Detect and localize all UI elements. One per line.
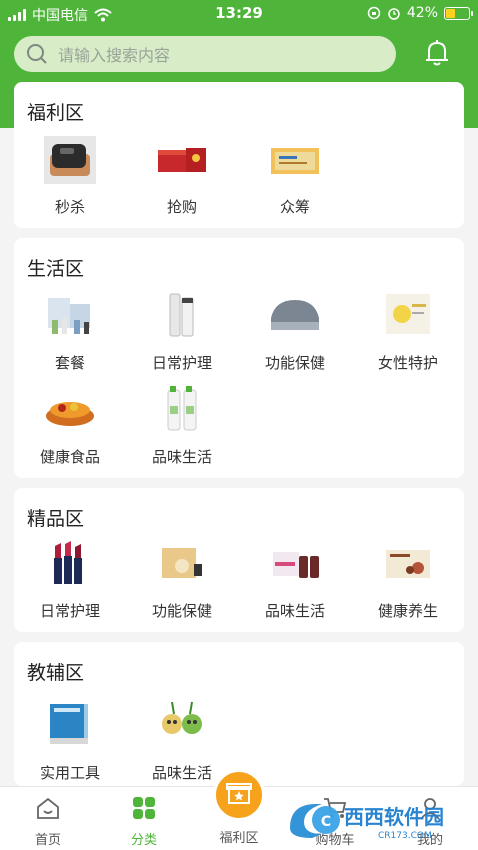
tea-box-image	[386, 550, 430, 578]
category-item[interactable]: 品味生活	[239, 538, 351, 621]
category-item[interactable]: 抢购	[126, 134, 238, 217]
section-card-life: 生活区 套餐 日常护理 功能保健 女性特护 健康食品 品味生活	[14, 238, 464, 478]
section-title: 生活区	[27, 258, 85, 280]
category-item-label: 套餐	[54, 354, 85, 372]
mattress-image	[271, 300, 319, 330]
battery-fill	[446, 8, 455, 18]
notification-bell-icon[interactable]	[420, 36, 454, 70]
category-item-label: 品味生活	[151, 448, 212, 466]
supplement-bottles-image	[273, 552, 319, 578]
status-bar: 中国电信 13:29 42%	[0, 0, 478, 28]
section-card-premium: 精品区 日常护理 功能保健 品味生活 健康养生	[14, 488, 464, 632]
welfare-badge	[213, 769, 265, 821]
card-box-product-image	[271, 148, 319, 174]
category-item-label: 功能保健	[264, 354, 325, 372]
status-right: 42%	[367, 5, 473, 21]
category-item[interactable]: 健康食品	[14, 384, 126, 467]
category-item[interactable]: 女性特护	[352, 290, 464, 373]
category-item[interactable]: 品味生活	[126, 384, 238, 467]
tab-category[interactable]: 分类	[96, 787, 192, 848]
category-item[interactable]: 功能保健	[239, 290, 351, 373]
category-item-label: 实用工具	[39, 764, 100, 782]
search-placeholder: 请输入搜索内容	[58, 46, 171, 65]
tab-label: 分类	[130, 833, 157, 848]
category-item[interactable]: 秒杀	[14, 134, 126, 217]
category-item-label: 抢购	[166, 198, 197, 216]
cartoon-fruit-image	[162, 701, 202, 734]
svg-text:C: C	[321, 814, 331, 830]
category-item[interactable]: 日常护理	[126, 290, 238, 373]
section-card-education: 教辅区 实用工具 品味生活	[14, 642, 464, 786]
watermark-text: 西西软件园	[344, 805, 444, 829]
category-item[interactable]: 实用工具	[14, 700, 126, 783]
home-icon	[37, 797, 59, 819]
category-item-label: 品味生活	[264, 602, 325, 620]
category-item-label: 功能保健	[151, 602, 212, 620]
health-box-image	[162, 548, 202, 578]
package-set-image	[48, 298, 90, 334]
category-item[interactable]: 套餐	[14, 290, 126, 373]
detergent-bottles-image	[167, 386, 197, 431]
lipstick-image	[54, 541, 82, 584]
category-item-label: 健康养生	[377, 602, 438, 620]
search-input[interactable]: 请输入搜索内容	[14, 36, 396, 72]
category-item[interactable]: 日常护理	[14, 538, 126, 621]
section-card-welfare: 福利区 秒杀 抢购 众筹	[14, 82, 464, 228]
battery-percent: 42%	[406, 5, 438, 21]
category-item[interactable]: 众筹	[239, 134, 351, 217]
books-image	[50, 704, 88, 744]
feminine-care-box-image	[386, 294, 430, 334]
tab-home[interactable]: 首页	[0, 787, 96, 848]
gift-box-product-image	[158, 148, 206, 172]
category-item-label: 健康食品	[39, 448, 100, 466]
site-watermark: C 西西软件园 CR173.COM	[290, 804, 444, 841]
section-title: 教辅区	[27, 662, 85, 684]
section-title: 福利区	[27, 102, 85, 124]
rotation-lock-icon	[367, 6, 381, 20]
category-item-label: 女性特护	[377, 354, 438, 372]
category-item-label: 秒杀	[54, 198, 85, 216]
tab-label: 福利区	[219, 831, 259, 846]
tab-label: 首页	[34, 833, 61, 848]
section-title: 精品区	[27, 508, 85, 530]
category-item-label: 众筹	[279, 198, 310, 216]
category-item-label: 日常护理	[151, 354, 212, 372]
watermark-subtext: CR173.COM	[378, 831, 432, 841]
category-item[interactable]: 健康养生	[352, 538, 464, 621]
category-item[interactable]: 功能保健	[126, 538, 238, 621]
battery-icon	[444, 6, 473, 20]
steamer-product-image	[44, 136, 96, 184]
search-icon	[27, 44, 47, 64]
skincare-bottles-image	[169, 293, 194, 337]
category-item-label: 日常护理	[39, 602, 100, 620]
category-item[interactable]: 品味生活	[126, 700, 238, 783]
fruit-tray-image	[46, 402, 94, 426]
alarm-icon	[388, 8, 400, 20]
tab-welfare[interactable]: 福利区	[191, 769, 287, 846]
category-grid-icon	[133, 797, 155, 819]
gift-star-icon	[226, 783, 252, 804]
